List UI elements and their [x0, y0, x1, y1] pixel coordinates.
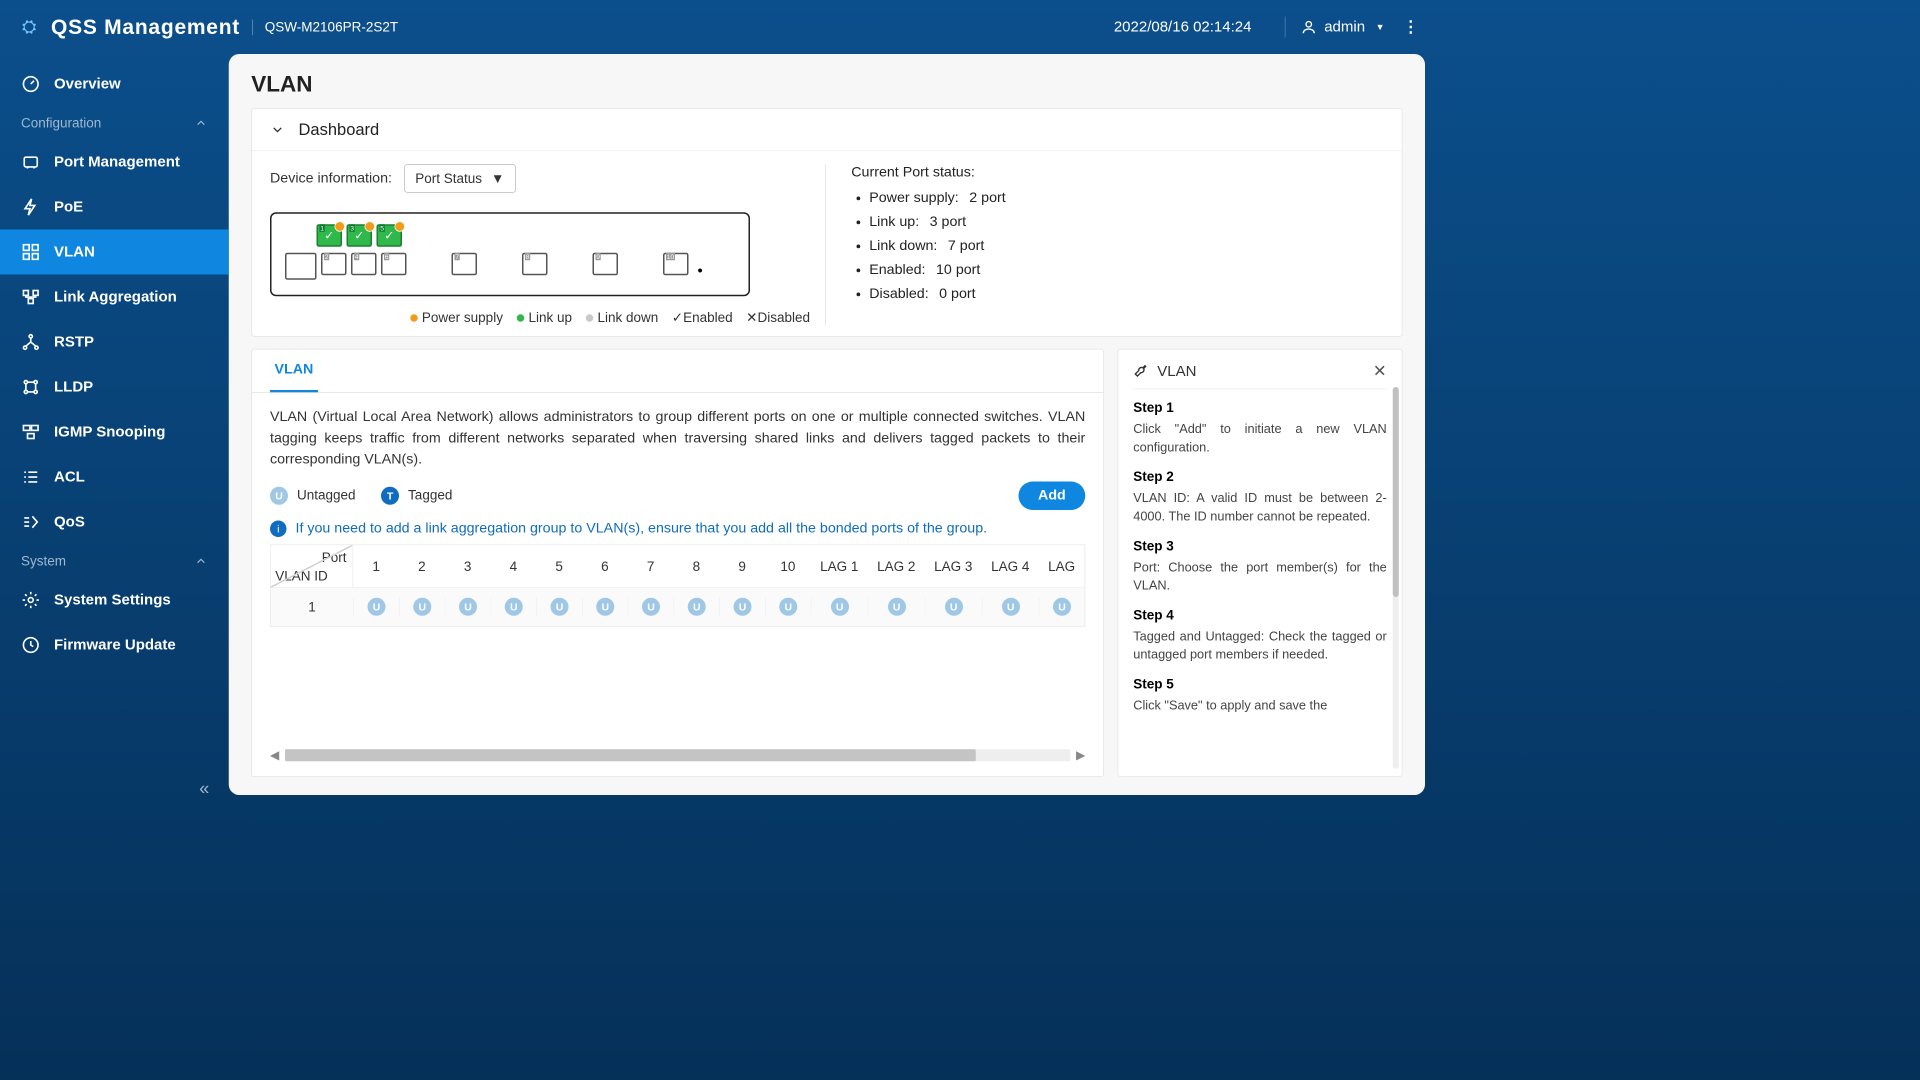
- port-5[interactable]: 5: [377, 224, 403, 247]
- datetime: 2022/08/16 02:14:24: [1114, 18, 1252, 35]
- lldp-icon: [21, 377, 41, 397]
- link-agg-icon: [21, 287, 41, 307]
- list-icon: [21, 467, 41, 487]
- port-8[interactable]: 8: [522, 253, 548, 276]
- sidebar-item-overview[interactable]: Overview: [0, 62, 229, 107]
- dashboard-title: Dashboard: [299, 120, 380, 140]
- sidebar-group-configuration[interactable]: Configuration: [0, 107, 229, 140]
- app-title: QSS Management: [51, 15, 240, 39]
- port-sfp[interactable]: [285, 253, 317, 280]
- add-button[interactable]: Add: [1019, 481, 1086, 510]
- page-title: VLAN: [251, 72, 1402, 98]
- horizontal-scrollbar[interactable]: ◀▶: [270, 748, 1085, 763]
- vlan-panel: VLAN VLAN (Virtual Local Area Network) a…: [251, 349, 1104, 777]
- device-model: QSW-M2106PR-2S2T: [252, 19, 398, 35]
- update-icon: [21, 635, 41, 655]
- bolt-icon: [21, 197, 41, 217]
- tab-vlan[interactable]: VLAN: [270, 350, 318, 393]
- port-4[interactable]: 4: [351, 253, 377, 276]
- qos-icon: [21, 512, 41, 532]
- untagged-icon: U: [270, 486, 288, 504]
- dashboard-panel: Dashboard Device information: Port Statu…: [251, 108, 1402, 337]
- switch-port-diagram: 1 3 5 2 4 6 7: [270, 212, 750, 296]
- gear-icon: [21, 590, 41, 610]
- caret-down-icon: ▼: [491, 171, 504, 187]
- sidebar-item-qos[interactable]: QoS: [0, 500, 229, 545]
- info-icon: i: [270, 520, 287, 537]
- help-title: VLAN: [1157, 363, 1196, 380]
- port-10[interactable]: 10: [663, 253, 689, 276]
- user-name: admin: [1324, 18, 1365, 35]
- gauge-icon: [21, 74, 41, 94]
- vlan-icon: [21, 242, 41, 262]
- sidebar-item-firmware[interactable]: Firmware Update: [0, 623, 229, 668]
- port-icon: [21, 152, 41, 172]
- sidebar-group-system[interactable]: System: [0, 545, 229, 578]
- port-status-summary: Current Port status: Power supply:2 port…: [825, 164, 1006, 325]
- sidebar-item-poe[interactable]: PoE: [0, 185, 229, 230]
- more-menu[interactable]: ⋮: [1403, 17, 1420, 37]
- igmp-icon: [21, 422, 41, 442]
- sidebar-item-rstp[interactable]: RSTP: [0, 320, 229, 365]
- port-7[interactable]: 7: [452, 253, 478, 276]
- sidebar: Overview Configuration Port Management P…: [0, 54, 229, 810]
- tagged-icon: T: [381, 486, 399, 504]
- app-logo-icon: ⛭: [15, 13, 44, 42]
- close-icon[interactable]: ✕: [1373, 362, 1387, 382]
- vertical-scrollbar[interactable]: [1393, 387, 1399, 769]
- sidebar-item-link-aggregation[interactable]: Link Aggregation: [0, 275, 229, 320]
- help-panel: VLAN ✕ Step 1Click "Add" to initiate a n…: [1118, 349, 1403, 777]
- port-legend: Power supply Link up Link down ✓Enabled …: [270, 310, 810, 326]
- port-1[interactable]: 1: [317, 224, 343, 247]
- sidebar-collapse[interactable]: «: [199, 779, 209, 800]
- table-row[interactable]: 1 UUUUUUUUUUUUUUU: [271, 587, 1085, 626]
- table-header: PortVLAN ID 12345678910LAG 1LAG 2LAG 3LA…: [271, 545, 1085, 587]
- sidebar-item-lldp[interactable]: LLDP: [0, 365, 229, 410]
- user-icon: [1300, 19, 1317, 36]
- devinfo-label: Device information:: [270, 170, 392, 187]
- caret-down-icon: ▼: [1376, 22, 1385, 33]
- vlan-table: PortVLAN ID 12345678910LAG 1LAG 2LAG 3LA…: [270, 544, 1085, 627]
- wrench-icon: [1133, 363, 1150, 380]
- info-note: i If you need to add a link aggregation …: [270, 520, 1085, 537]
- tree-icon: [21, 332, 41, 352]
- chevron-up-icon: [194, 116, 208, 130]
- sidebar-item-port-management[interactable]: Port Management: [0, 140, 229, 185]
- vlan-description: VLAN (Virtual Local Area Network) allows…: [270, 407, 1085, 471]
- chevron-up-icon[interactable]: [270, 122, 285, 137]
- sidebar-label: Overview: [54, 75, 121, 92]
- chevron-up-icon: [194, 554, 208, 568]
- devinfo-select[interactable]: Port Status ▼: [404, 164, 516, 193]
- sidebar-item-acl[interactable]: ACL: [0, 455, 229, 500]
- port-9[interactable]: 9: [593, 253, 619, 276]
- port-6[interactable]: 6: [381, 253, 407, 276]
- sidebar-item-vlan[interactable]: VLAN: [0, 230, 229, 275]
- port-2[interactable]: 2: [321, 253, 347, 276]
- app-header: ⛭ QSS Management QSW-M2106PR-2S2T 2022/0…: [0, 0, 1440, 54]
- user-menu[interactable]: admin ▼: [1300, 18, 1384, 35]
- sidebar-item-system-settings[interactable]: System Settings: [0, 578, 229, 623]
- sidebar-item-igmp[interactable]: IGMP Snooping: [0, 410, 229, 455]
- port-3[interactable]: 3: [347, 224, 373, 247]
